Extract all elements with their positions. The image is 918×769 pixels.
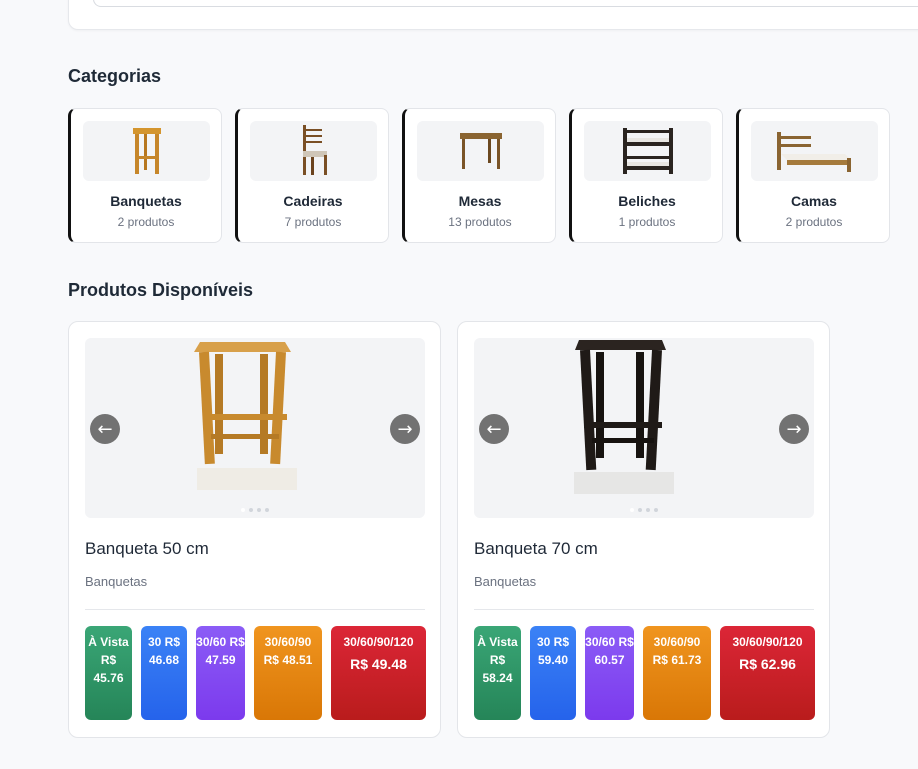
carousel-dot[interactable] (646, 508, 650, 512)
category-card-beliches[interactable]: Beliches 1 produtos (569, 108, 723, 243)
price-label: 30 R$ (536, 635, 570, 649)
category-list: Banquetas 2 produtos Cadeiras 7 produtos (68, 108, 890, 243)
price-value: 46.68 (148, 653, 180, 667)
product-category: Banquetas (474, 574, 537, 589)
price-30-60-90[interactable]: 30/60/90 R$ 61.73 (643, 626, 711, 720)
categories-heading: Categorias (68, 66, 162, 86)
price-label: 30/60 R$ (196, 635, 245, 649)
price-label: 30/60/90/120 (343, 635, 414, 649)
chair-icon (250, 121, 377, 181)
products-heading: Produtos Disponíveis (68, 280, 254, 300)
price-label: 30 R$ (147, 635, 181, 649)
carousel-dot[interactable] (249, 508, 253, 512)
price-30-60-90[interactable]: 30/60/90 R$ 48.51 (254, 626, 322, 720)
price-value: R$ 62.96 (739, 656, 796, 672)
carousel-dot[interactable] (654, 508, 658, 512)
carousel-next-button[interactable]: → (390, 414, 420, 444)
carousel-dot[interactable] (630, 508, 634, 512)
price-label: À Vista R$ (477, 635, 518, 667)
category-card-mesas[interactable]: Mesas 13 produtos (402, 108, 556, 243)
carousel-dot[interactable] (265, 508, 269, 512)
price-value: 58.24 (482, 671, 513, 685)
price-label: 30/60 R$ (585, 635, 634, 649)
category-name: Beliches (618, 193, 676, 209)
product-card[interactable]: ← → Banqueta 50 cm Banquetas À Vista R$ … (68, 321, 441, 738)
price-label: 30/60/90 (264, 635, 312, 649)
category-name: Camas (791, 193, 837, 209)
product-image-carousel[interactable]: ← → (474, 338, 814, 518)
product-name: Banqueta 70 cm (474, 539, 598, 558)
product-image-carousel[interactable]: ← → (85, 338, 425, 518)
category-card-banquetas[interactable]: Banquetas 2 produtos (68, 108, 222, 243)
product-category: Banquetas (85, 574, 148, 589)
category-name: Banquetas (110, 193, 182, 209)
search-input[interactable] (93, 0, 918, 7)
price-30-60[interactable]: 30/60 R$ 47.59 (196, 626, 245, 720)
category-count: 2 produtos (117, 215, 175, 229)
carousel-prev-button[interactable]: ← (479, 414, 509, 444)
price-value: 47.59 (205, 653, 236, 667)
price-value: R$ 61.73 (652, 653, 702, 667)
category-count: 1 produtos (618, 215, 676, 229)
category-card-camas[interactable]: Camas 2 produtos (736, 108, 890, 243)
stool-image (194, 342, 297, 490)
price-label: 30/60/90/120 (732, 635, 803, 649)
carousel-dot[interactable] (241, 508, 245, 512)
price-30[interactable]: 30 R$ 46.68 (141, 626, 187, 720)
search-card (68, 0, 918, 30)
price-options: À Vista R$ 58.24 30 R$ 59.40 30/60 R$ 60… (474, 626, 815, 720)
category-name: Cadeiras (283, 193, 343, 209)
price-30-60-90-120[interactable]: 30/60/90/120 R$ 62.96 (720, 626, 815, 720)
category-count: 7 produtos (284, 215, 342, 229)
divider (85, 609, 425, 610)
category-card-cadeiras[interactable]: Cadeiras 7 produtos (235, 108, 389, 243)
bunk-bed-icon (584, 121, 711, 181)
price-value: 60.57 (594, 653, 625, 667)
product-card[interactable]: ← → Banqueta 70 cm Banquetas À Vista R$ … (457, 321, 830, 738)
carousel-dot[interactable] (257, 508, 261, 512)
bed-icon (751, 121, 878, 181)
price-30-60-90-120[interactable]: 30/60/90/120 R$ 49.48 (331, 626, 426, 720)
price-30-60[interactable]: 30/60 R$ 60.57 (585, 626, 634, 720)
carousel-dots (474, 508, 814, 512)
carousel-dot[interactable] (638, 508, 642, 512)
price-30[interactable]: 30 R$ 59.40 (530, 626, 576, 720)
price-value: 45.76 (93, 671, 124, 685)
category-name: Mesas (458, 193, 502, 209)
carousel-dots (85, 508, 425, 512)
price-options: À Vista R$ 45.76 30 R$ 46.68 30/60 R$ 47… (85, 626, 426, 720)
category-count: 13 produtos (448, 215, 512, 229)
table-icon (417, 121, 544, 181)
price-avista[interactable]: À Vista R$ 45.76 (85, 626, 132, 720)
divider (474, 609, 814, 610)
stool-image (574, 340, 674, 494)
price-value: R$ 49.48 (350, 656, 407, 672)
stool-icon (83, 121, 210, 181)
price-value: 59.40 (537, 653, 569, 667)
product-name: Banqueta 50 cm (85, 539, 209, 558)
price-avista[interactable]: À Vista R$ 58.24 (474, 626, 521, 720)
price-label: 30/60/90 (653, 635, 701, 649)
category-count: 2 produtos (785, 215, 843, 229)
price-label: À Vista R$ (88, 635, 129, 667)
carousel-prev-button[interactable]: ← (90, 414, 120, 444)
carousel-next-button[interactable]: → (779, 414, 809, 444)
price-value: R$ 48.51 (263, 653, 313, 667)
